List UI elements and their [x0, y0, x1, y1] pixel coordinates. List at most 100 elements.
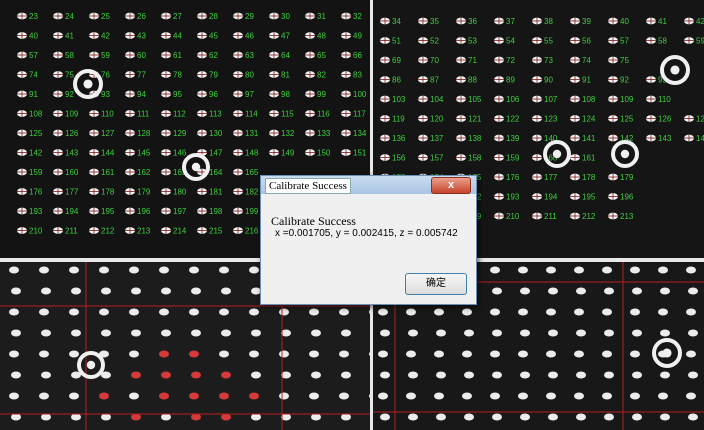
dot-index-label: 210	[506, 212, 520, 221]
board-dot	[71, 329, 81, 337]
dot-index-label: 94	[137, 90, 146, 99]
dot-index-label: 158	[468, 154, 482, 163]
dot-index-label: 148	[245, 149, 259, 158]
dot-index-label: 51	[392, 37, 401, 46]
dot-index-label: 92	[65, 90, 74, 99]
board-dot	[658, 308, 668, 316]
board-dot	[418, 115, 428, 122]
board-dot	[518, 350, 528, 358]
board-dot	[191, 329, 201, 337]
dot-index-label: 112	[173, 110, 186, 119]
board-dot	[462, 350, 472, 358]
board-dot	[646, 17, 656, 25]
dot-index-label: 139	[506, 134, 520, 143]
board-dot	[161, 12, 171, 20]
board-dot	[570, 56, 580, 64]
dot-index-label: 214	[173, 227, 187, 236]
dot-index-label: 59	[101, 51, 110, 60]
board-dot	[197, 51, 207, 59]
dot-index-label: 211	[65, 227, 78, 236]
dot-index-label: 108	[29, 110, 43, 119]
board-dot	[197, 110, 207, 117]
dot-index-label: 161	[101, 168, 115, 177]
board-dot	[89, 227, 99, 234]
board-dot	[233, 207, 243, 215]
dialog-titlebar[interactable]: Calibrate Success x	[261, 176, 476, 194]
dot-index-label: 213	[137, 227, 151, 236]
board-dot	[408, 413, 418, 421]
board-dot	[570, 17, 580, 25]
board-dot	[309, 350, 319, 358]
dot-index-label: 35	[430, 17, 439, 26]
dot-index-label: 177	[544, 173, 558, 182]
board-dot	[53, 71, 63, 78]
board-dot	[53, 32, 63, 39]
dialog-title: Calibrate Success	[265, 178, 351, 194]
dot-index-label: 45	[209, 32, 218, 41]
dot-index-label: 81	[281, 71, 290, 80]
board-dot	[608, 95, 618, 103]
board-dot	[197, 227, 207, 234]
board-dot	[101, 413, 111, 421]
board-dot	[249, 350, 259, 358]
board-dot	[686, 308, 696, 316]
board-dot	[89, 51, 99, 59]
dot-index-label: 83	[353, 71, 362, 80]
board-dot	[219, 266, 229, 274]
dot-index-label: 93	[101, 90, 110, 99]
dot-index-label: 159	[29, 168, 43, 177]
board-dot	[101, 287, 111, 295]
dot-index-label: 74	[29, 71, 38, 80]
board-dot	[341, 413, 351, 421]
board-dot	[604, 371, 614, 379]
dot-index-label: 131	[245, 129, 259, 138]
board-dot	[380, 154, 390, 161]
board-dot	[17, 227, 27, 234]
board-dot	[546, 308, 556, 316]
dot-index-label: 162	[137, 168, 151, 177]
close-button[interactable]: x	[431, 177, 471, 194]
board-dot	[89, 12, 99, 20]
dot-index-label: 73	[544, 56, 553, 65]
board-dot	[546, 350, 556, 358]
board-dot	[129, 350, 139, 358]
board-dot	[646, 37, 656, 44]
board-dot	[341, 149, 351, 156]
board-dot	[494, 173, 504, 181]
board-dot	[380, 76, 390, 83]
board-dot	[53, 149, 63, 156]
dot-index-label: 61	[173, 51, 182, 60]
dot-index-label: 194	[544, 193, 558, 202]
dot-index-label: 145	[137, 149, 151, 158]
board-dot	[546, 392, 556, 400]
board-dot	[89, 110, 99, 117]
dot-index-label: 30	[281, 12, 290, 21]
board-dot	[269, 32, 279, 39]
board-dot	[161, 371, 171, 379]
board-dot	[11, 413, 21, 421]
board-dot	[492, 329, 502, 337]
board-dot	[576, 329, 586, 337]
dot-index-label: 109	[65, 110, 79, 119]
board-dot	[520, 371, 530, 379]
board-dot	[125, 129, 135, 137]
board-dot	[494, 56, 504, 64]
board-dot	[520, 329, 530, 337]
dot-index-label: 193	[506, 193, 520, 202]
ok-button[interactable]: 确定	[405, 273, 467, 295]
board-dot	[574, 308, 584, 316]
dot-index-label: 216	[245, 227, 259, 236]
dot-index-label: 196	[137, 207, 151, 216]
board-dot	[125, 51, 135, 59]
board-dot	[570, 154, 580, 161]
board-dot	[688, 413, 698, 421]
board-dot	[686, 266, 696, 274]
board-dot	[341, 12, 351, 20]
board-dot	[17, 149, 27, 156]
board-dot	[456, 76, 466, 83]
board-dot	[630, 266, 640, 274]
board-dot	[462, 392, 472, 400]
board-dot	[161, 32, 171, 39]
board-dot	[17, 129, 27, 137]
dot-index-label: 48	[317, 32, 326, 41]
